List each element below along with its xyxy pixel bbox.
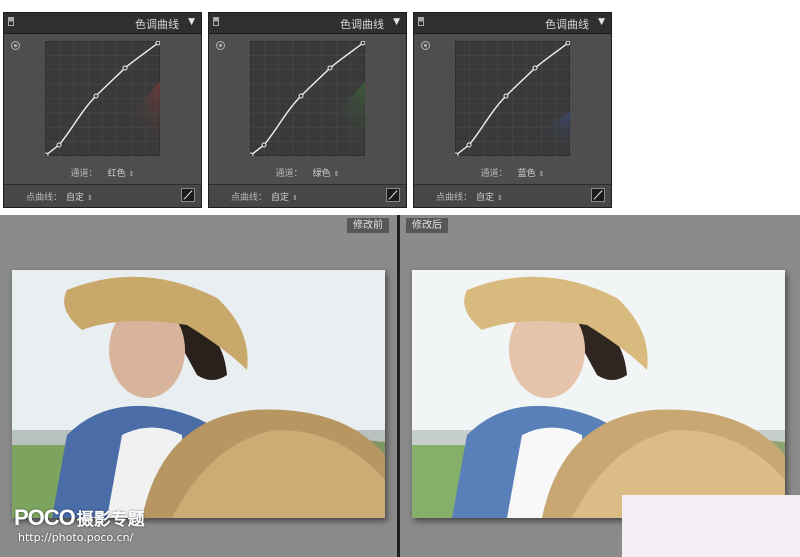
after-label: 修改后 (406, 218, 448, 233)
collapse-triangle-icon[interactable]: ▼ (598, 17, 605, 27)
poco-logo: POCO (14, 505, 76, 530)
updown-arrow-icon: ⇕ (292, 194, 298, 202)
curve-point (503, 93, 509, 99)
poco-watermark: POCO 摄影专题 http://photo.poco.cn/ (14, 505, 145, 544)
watermark-brand: 摄影专题 (76, 510, 145, 530)
panel-switch-icon[interactable] (213, 17, 219, 26)
collapse-triangle-icon[interactable]: ▼ (188, 17, 195, 27)
channel-selector[interactable]: 通道： 绿色 ⇕ (209, 166, 406, 182)
point-curve-selector[interactable]: 点曲线： 自定 ⇕ (231, 190, 298, 203)
point-curve-value[interactable]: 自定 (66, 193, 84, 203)
channel-value[interactable]: 红色 (108, 169, 126, 179)
channel-selector[interactable]: 通道： 蓝色 ⇕ (414, 166, 611, 182)
watermark-url: http://photo.poco.cn/ (18, 531, 134, 544)
updown-arrow-icon: ⇕ (497, 194, 503, 202)
point-curve-value[interactable]: 自定 (476, 193, 494, 203)
panel-header: 色调曲线 ▼ (414, 13, 611, 34)
panel-switch-icon[interactable] (8, 17, 14, 26)
tone-curve-graph[interactable] (45, 41, 160, 156)
panel-title: 色调曲线 (135, 18, 179, 31)
panel-switch-icon[interactable] (418, 17, 424, 26)
updown-arrow-icon: ⇕ (128, 170, 135, 178)
curve-point (56, 142, 62, 148)
updown-arrow-icon: ⇕ (333, 170, 340, 178)
panel-title: 色调曲线 (340, 18, 384, 31)
updown-arrow-icon: ⇕ (538, 170, 545, 178)
edit-point-curve-icon[interactable] (181, 188, 195, 202)
panel-title: 色调曲线 (545, 18, 589, 31)
point-curve-label: 点曲线： (26, 193, 63, 203)
updown-arrow-icon: ⇕ (87, 194, 93, 202)
channel-selector[interactable]: 通道： 红色 ⇕ (4, 166, 201, 182)
channel-label: 通道： (275, 169, 303, 179)
channel-value[interactable]: 蓝色 (518, 169, 536, 179)
point-curve-selector[interactable]: 点曲线： 自定 ⇕ (436, 190, 503, 203)
panel-footer: 点曲线： 自定 ⇕ (414, 184, 611, 207)
point-curve-label: 点曲线： (436, 193, 473, 203)
edit-point-curve-icon[interactable] (386, 188, 400, 202)
channel-value[interactable]: 绿色 (313, 169, 331, 179)
collapse-triangle-icon[interactable]: ▼ (393, 17, 400, 27)
curve-point (565, 41, 570, 46)
channel-label: 通道： (480, 169, 508, 179)
curve-point (261, 142, 267, 148)
curve-point (466, 142, 472, 148)
before-photo (12, 270, 385, 518)
curve-point (93, 93, 99, 99)
tone-curve-graph[interactable] (250, 41, 365, 156)
curve-point (455, 152, 459, 156)
tone-curve-panel-blue: 色调曲线 ▼ 通道： 蓝色 ⇕ 点曲线： 自定 ⇕ (413, 12, 612, 208)
tone-curve-graph[interactable] (455, 41, 570, 156)
curve-point (298, 93, 304, 99)
curve-point (532, 65, 538, 71)
curve-point (250, 152, 254, 156)
point-curve-selector[interactable]: 点曲线： 自定 ⇕ (26, 190, 93, 203)
target-adjust-icon[interactable] (216, 41, 225, 50)
target-adjust-icon[interactable] (421, 41, 430, 50)
before-label: 修改前 (347, 218, 389, 233)
after-photo (412, 270, 785, 518)
tone-curve-panel-green: 色调曲线 ▼ 通道： 绿色 ⇕ 点曲线： 自定 ⇕ (208, 12, 407, 208)
edit-point-curve-icon[interactable] (591, 188, 605, 202)
panel-footer: 点曲线： 自定 ⇕ (4, 184, 201, 207)
curve-point (360, 41, 365, 46)
corner-block (622, 495, 800, 557)
channel-label: 通道： (70, 169, 98, 179)
curve-point (122, 65, 128, 71)
curve-point (155, 41, 160, 46)
tone-curve-panel-red: 色调曲线 ▼ 通道： 红色 ⇕ 点曲线： 自定 ⇕ (3, 12, 202, 208)
curve-point (45, 152, 49, 156)
curve-point (327, 65, 333, 71)
point-curve-label: 点曲线： (231, 193, 268, 203)
panel-header: 色调曲线 ▼ (209, 13, 406, 34)
target-adjust-icon[interactable] (11, 41, 20, 50)
panel-header: 色调曲线 ▼ (4, 13, 201, 34)
point-curve-value[interactable]: 自定 (271, 193, 289, 203)
panel-footer: 点曲线： 自定 ⇕ (209, 184, 406, 207)
